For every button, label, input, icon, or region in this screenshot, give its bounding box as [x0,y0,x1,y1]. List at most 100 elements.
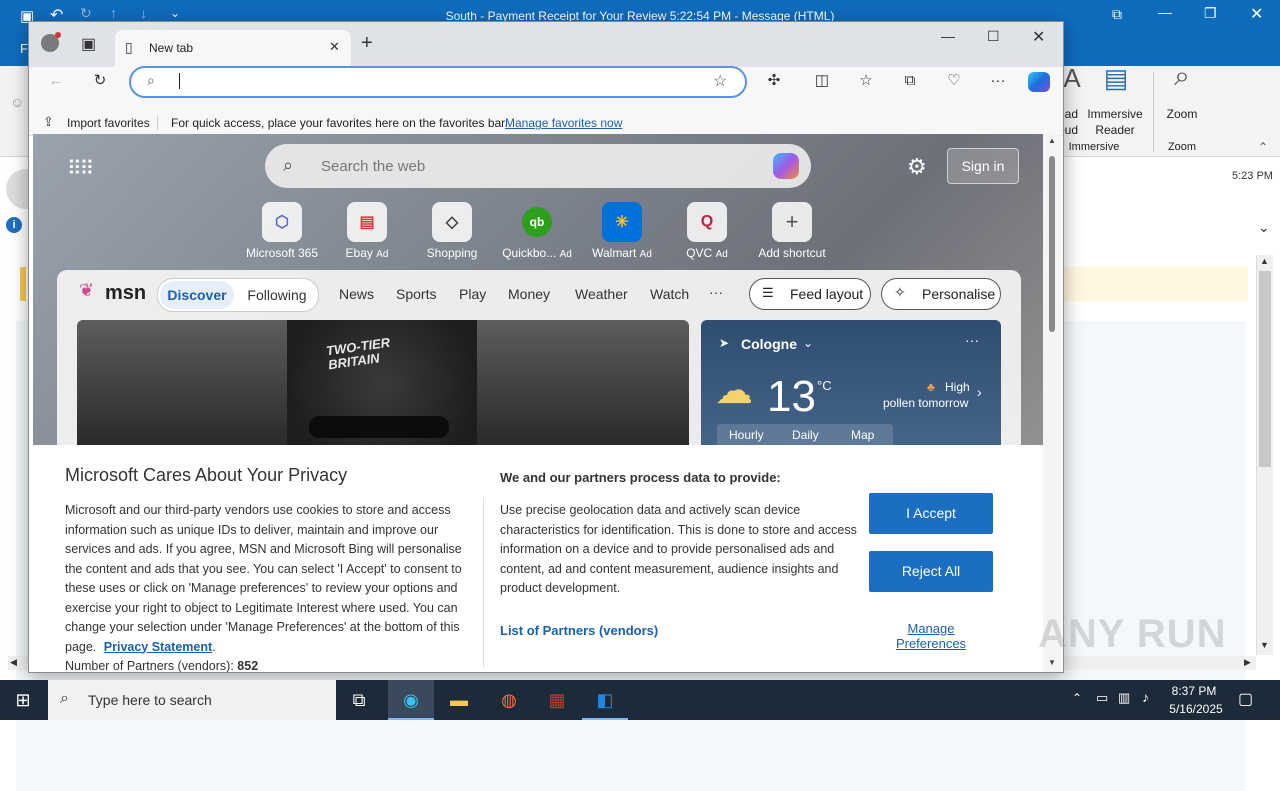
taskbar-search-box[interactable]: ⌕ Type here to search [48,680,336,720]
shortcut-ebay[interactable]: ▤ Ebay Ad [324,202,410,260]
personalise-button[interactable]: ✧ Personalise [881,278,1001,310]
collapse-ribbon-icon[interactable]: ⌃ [1258,140,1268,154]
windows-start-icon[interactable]: ⊞ [0,680,46,720]
tab-following[interactable]: Following [238,281,316,309]
browser-essentials-icon[interactable]: ♡ [943,70,965,92]
new-tab-icon[interactable]: + [361,32,373,55]
favorites-icon[interactable]: ☆ [855,70,877,92]
nav-more-icon[interactable]: ··· [709,284,723,300]
nav-sports[interactable]: Sports [396,286,436,302]
scroll-thumb[interactable] [1259,271,1271,467]
tray-device-icon[interactable]: ▭ [1096,690,1108,706]
immersive-reader-button[interactable]: Immersive Reader [1082,106,1148,138]
copilot-icon[interactable] [1028,72,1050,92]
address-bar[interactable]: ⌕ ☆ [129,66,747,98]
text-cursor[interactable] [179,73,180,89]
shortcut-qvc[interactable]: Q QVC Ad [664,202,750,260]
restore-icon[interactable]: ❐ [1204,5,1217,22]
edge-page-scrollbar[interactable]: ▲ ▼ [1043,134,1061,672]
apps-launcher-icon[interactable]: ⠿⠿ [67,156,94,181]
nav-play[interactable]: Play [459,286,486,302]
scroll-down-icon[interactable]: ▼ [1260,640,1269,650]
scroll-right-icon[interactable]: ▶ [1244,657,1251,668]
manage-favorites-link[interactable]: Manage favorites now [505,116,622,130]
microsoft-365-icon: ⬡ [262,202,302,242]
tab-daily[interactable]: Daily [792,428,819,442]
weather-more-icon[interactable]: ··· [965,332,979,348]
tab-actions-icon[interactable]: ▣ [81,34,96,54]
winrar-icon[interactable]: ▦ [534,680,580,720]
page-scroll-thumb[interactable] [1049,156,1055,332]
extensions-icon[interactable]: ✣ [763,70,785,92]
volume-icon[interactable]: ♪ [1142,689,1149,705]
tray-chevron-icon[interactable]: ⌃ [1072,691,1082,705]
file-explorer-icon[interactable]: ▬ [436,680,482,720]
outlook-vertical-scrollbar[interactable]: ▲ ▼ [1256,255,1273,655]
shortcut-shopping[interactable]: ◇ Shopping [409,202,495,260]
privacy-statement-link[interactable]: Privacy Statement [104,640,212,654]
clock-date[interactable]: 5/16/2025 [1166,702,1226,716]
zoom-icon[interactable]: ⌕ [1162,62,1202,90]
ntp-search-placeholder[interactable]: Search the web [321,158,425,175]
edge-close-icon[interactable]: ✕ [1032,27,1045,47]
ribbon-display-icon[interactable]: ⧉ [1112,6,1122,23]
shortcut-microsoft-365[interactable]: ⬡ Microsoft 365 [239,202,325,260]
add-favorite-icon[interactable]: ☆ [713,71,727,91]
page-scroll-down-icon[interactable]: ▼ [1048,658,1056,667]
nav-weather[interactable]: Weather [575,286,628,302]
expand-header-icon[interactable]: ⌄ [1258,219,1270,236]
page-scroll-up-icon[interactable]: ▲ [1048,136,1056,145]
split-screen-icon[interactable]: ◫ [811,70,833,92]
sign-in-button[interactable]: Sign in [947,148,1019,184]
network-icon[interactable]: ▥ [1118,690,1130,706]
reject-all-button[interactable]: Reject All [869,551,993,592]
nav-money[interactable]: Money [508,286,550,302]
collections-icon[interactable]: ⧉ [899,70,921,92]
partners-list-link[interactable]: List of Partners (vendors) [500,623,658,638]
shortcut-label: Add shortcut [758,246,826,260]
warning-bar [1062,267,1248,301]
settings-more-icon[interactable]: ··· [987,70,1009,92]
weather-city[interactable]: Cologne [741,336,797,352]
tab-new-tab[interactable]: ▯ New tab ✕ [115,30,351,67]
close-tab-icon[interactable]: ✕ [329,39,340,55]
close-icon[interactable]: ✕ [1250,4,1263,24]
tab-hourly[interactable]: Hourly [729,428,764,442]
zoom-button[interactable]: Zoom [1162,106,1202,122]
partners-count-label: Number of Partners (vendors): [65,659,234,673]
accept-button[interactable]: I Accept [869,493,993,534]
edge-minimize-icon[interactable]: — [941,28,955,44]
task-view-icon[interactable]: ⧉ [336,680,382,720]
nav-watch[interactable]: Watch [650,286,689,302]
import-favorites-icon[interactable]: ⇪ [43,114,54,130]
tab-map[interactable]: Map [851,428,874,442]
city-dropdown-icon[interactable]: ⌄ [803,336,813,350]
edge-maximize-icon[interactable]: ☐ [987,28,1000,45]
outlook-taskbar-icon[interactable]: ◧ [582,680,628,720]
immersive-reader-icon[interactable]: ▤ [1096,65,1136,91]
manage-preferences-link[interactable]: Manage Preferences [883,621,979,651]
edge-taskbar-icon[interactable]: ◉ [388,680,434,720]
weather-next-icon[interactable]: › [977,384,982,400]
scroll-left-icon[interactable]: ◀ [10,657,17,668]
taskbar-search-placeholder[interactable]: Type here to search [88,692,212,708]
firefox-icon[interactable]: ◍ [486,680,532,720]
feed-layout-button[interactable]: ☰ Feed layout [749,278,871,310]
shortcut-add[interactable]: + Add shortcut [749,202,835,260]
notifications-icon[interactable]: ▢ [1238,689,1253,709]
tab-discover[interactable]: Discover [160,281,234,309]
file-tab[interactable]: F [20,41,28,56]
ntp-settings-icon[interactable]: ⚙ [907,154,927,180]
msn-logo[interactable]: msn [105,282,146,305]
refresh-icon[interactable]: ↻ [89,70,111,92]
scroll-up-icon[interactable]: ▲ [1260,256,1269,266]
import-favorites-button[interactable]: Import favorites [67,116,150,130]
minimize-icon[interactable]: — [1158,4,1172,20]
windows-taskbar: ⊞ ⌕ Type here to search ⧉ ◉ ▬ ◍ ▦ ◧ ⌃ ▭ … [0,680,1280,720]
copilot-search-icon[interactable] [773,153,799,179]
nav-news[interactable]: News [339,286,374,302]
ntp-search-box[interactable]: ⌕ Search the web [265,144,811,188]
shortcut-walmart[interactable]: ✳ Walmart Ad [579,202,665,260]
clock-time[interactable]: 8:37 PM [1166,684,1222,698]
shortcut-quickbooks[interactable]: qb Quickbo... Ad [494,202,580,260]
